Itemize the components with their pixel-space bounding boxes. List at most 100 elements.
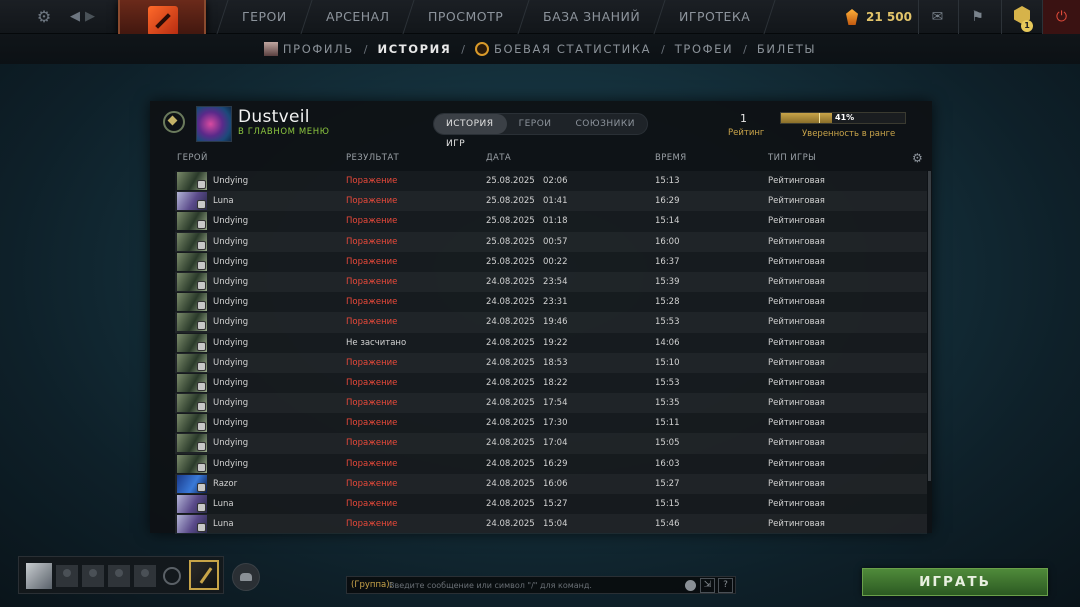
table-row[interactable]: Undying Поражение 24.08.2025 16:29 16:03 Рейт… <box>175 454 927 474</box>
hero-name: Undying <box>213 317 249 328</box>
party-slot-empty[interactable] <box>108 565 130 587</box>
table-row[interactable]: Undying Поражение 25.08.2025 00:57 16:00 Рейт… <box>175 231 927 252</box>
nav-arsenal[interactable]: АРСЕНАЛ <box>300 0 414 34</box>
party-slot-empty[interactable] <box>82 565 104 587</box>
play-button[interactable]: ИГРАТЬ <box>862 568 1048 596</box>
table-row[interactable]: Undying Поражение 24.08.2025 18:22 15:53 Рейт… <box>175 373 927 393</box>
table-row[interactable]: Undying Поражение 24.08.2025 19:46 15:53 Рейт… <box>175 312 927 333</box>
rank-badge-icon <box>197 442 206 452</box>
table-row[interactable]: Undying Поражение 24.08.2025 17:30 15:11 Рейт… <box>175 413 927 433</box>
scrollbar[interactable] <box>928 171 931 481</box>
match-start-time: 17:04 <box>543 438 568 449</box>
chat-expand-icon[interactable]: ⇲ <box>700 578 715 593</box>
table-row[interactable]: Luna Поражение 25.08.2025 01:41 16:29 Рейтинг… <box>175 191 927 212</box>
match-duration: 16:37 <box>655 256 680 267</box>
subnav-history[interactable]: ИСТОРИЯ <box>378 42 452 56</box>
table-row[interactable]: Undying Поражение 24.08.2025 17:04 15:05 Рейт… <box>175 433 927 454</box>
subnav-tickets[interactable]: БИЛЕТЫ <box>757 42 816 56</box>
match-result: Поражение <box>346 438 398 449</box>
subnav-separator: / <box>661 42 665 56</box>
table-row[interactable]: Undying Поражение 25.08.2025 02:06 15:13 Рейт… <box>175 171 927 191</box>
voice-chat-icon[interactable] <box>163 567 181 585</box>
table-row[interactable]: Undying Поражение 24.08.2025 23:31 15:28 Рейт… <box>175 292 927 312</box>
currency-amount: 21 500 <box>866 10 912 24</box>
avatar[interactable] <box>196 106 232 142</box>
subnav-trophies[interactable]: ТРОФЕИ <box>675 42 733 56</box>
column-date[interactable]: ДАТА <box>486 153 511 163</box>
match-date: 24.08.2025 <box>486 418 535 429</box>
nav-heroes[interactable]: ГЕРОИ <box>216 0 312 34</box>
match-start-time: 01:41 <box>543 196 568 207</box>
table-row[interactable]: Razor Поражение 24.08.2025 16:06 15:27 Рейтин… <box>175 473 927 494</box>
match-duration: 15:46 <box>655 519 680 530</box>
shards-currency[interactable]: 21 500 <box>846 6 912 28</box>
match-start-time: 02:06 <box>543 176 568 186</box>
table-row[interactable]: Undying Не засчитано 24.08.2025 19:22 14:06 Р… <box>175 333 927 353</box>
profile-subnav: ПРОФИЛЬ / ИСТОРИЯ / БОЕВАЯ СТАТИСТИКА / … <box>0 34 1080 64</box>
match-date: 24.08.2025 <box>486 337 535 348</box>
subnav-combat-stats[interactable]: БОЕВАЯ СТАТИСТИКА <box>475 42 651 56</box>
match-result: Поражение <box>346 357 398 368</box>
match-date: 24.08.2025 <box>486 377 535 388</box>
party-slot-empty[interactable] <box>56 565 78 587</box>
nav-knowledge-base[interactable]: БАЗА ЗНАНИЙ <box>517 0 665 34</box>
subnav-separator: / <box>743 42 747 56</box>
rating-label: Рейтинг <box>728 128 765 138</box>
match-duration: 15:28 <box>655 297 680 308</box>
match-start-time: 19:46 <box>543 317 568 328</box>
rank-badge-icon <box>197 280 206 290</box>
column-result[interactable]: РЕЗУЛЬТАТ <box>346 153 399 163</box>
match-duration: 15:35 <box>655 398 680 409</box>
gear-icon[interactable]: ⚙ <box>33 6 55 28</box>
hero-name: Luna <box>213 499 234 509</box>
match-result: Поражение <box>346 297 398 308</box>
match-game-mode: Рейтинговая <box>768 478 825 489</box>
help-icon[interactable]: ? <box>718 578 733 593</box>
match-date: 25.08.2025 <box>486 196 535 207</box>
party-slot-empty[interactable] <box>134 565 156 587</box>
table-row[interactable]: Undying Поражение 24.08.2025 18:53 15:10 Рейт… <box>175 352 927 373</box>
friends-icon[interactable] <box>232 563 260 591</box>
match-result: Поражение <box>346 519 398 530</box>
power-icon[interactable]: ⏻ <box>1042 0 1080 34</box>
chat-bar: (Группа): ⇲ ? <box>346 576 736 594</box>
tab-match-history[interactable]: ИСТОРИЯ ИГР <box>434 114 507 149</box>
mail-icon[interactable]: ✉ <box>918 0 956 34</box>
nav-watch[interactable]: ПРОСМОТР <box>402 0 529 34</box>
chevron-right-icon[interactable]: ▶ <box>79 6 101 28</box>
battlepass-level-badge[interactable] <box>189 560 219 590</box>
rating-value: 1 <box>740 112 747 125</box>
match-duration: 15:15 <box>655 499 680 509</box>
column-game-mode[interactable]: ТИП ИГРЫ <box>768 153 816 163</box>
table-row[interactable]: Undying Поражение 25.08.2025 00:22 16:37 Рейт… <box>175 252 927 272</box>
match-game-mode: Рейтинговая <box>768 398 825 409</box>
hero-name: Undying <box>213 297 249 308</box>
emoji-icon[interactable] <box>685 580 696 591</box>
match-duration: 16:03 <box>655 458 680 469</box>
table-row[interactable]: Undying Поражение 25.08.2025 01:18 15:14 Рейт… <box>175 211 927 231</box>
hero-name: Undying <box>213 458 249 469</box>
hero-name: Undying <box>213 418 249 429</box>
table-row[interactable]: Luna Поражение 24.08.2025 15:04 15:46 Рейтинг… <box>175 514 927 535</box>
nav-arcade[interactable]: ИГРОТЕКА <box>653 0 776 34</box>
table-row[interactable]: Luna Поражение 24.08.2025 15:27 15:15 Рейтинг… <box>175 494 927 514</box>
avatar[interactable] <box>26 563 52 589</box>
chat-input[interactable] <box>389 577 679 593</box>
match-start-time: 17:54 <box>543 398 568 409</box>
match-result: Поражение <box>346 196 398 207</box>
table-row[interactable]: Undying Поражение 24.08.2025 23:54 15:39 Рейт… <box>175 271 927 293</box>
history-tabs: ИСТОРИЯ ИГР ГЕРОИ СОЮЗНИКИ <box>433 113 648 149</box>
match-date: 24.08.2025 <box>486 499 535 509</box>
match-date: 25.08.2025 <box>486 176 535 186</box>
tab-allies[interactable]: СОЮЗНИКИ <box>564 114 647 134</box>
table-row[interactable]: Undying Поражение 24.08.2025 17:54 15:35 Рейт… <box>175 393 927 414</box>
match-game-mode: Рейтинговая <box>768 519 825 530</box>
hero-name: Razor <box>213 478 238 489</box>
column-hero[interactable]: ГЕРОЙ <box>177 153 208 163</box>
subnav-profile[interactable]: ПРОФИЛЬ <box>263 42 354 56</box>
gear-icon[interactable]: ⚙ <box>912 151 923 165</box>
tab-heroes[interactable]: ГЕРОИ <box>507 114 564 134</box>
column-duration[interactable]: ВРЕМЯ <box>655 153 687 163</box>
store-icon[interactable]: ⚑ <box>958 0 996 34</box>
match-game-mode: Рейтинговая <box>768 297 825 308</box>
